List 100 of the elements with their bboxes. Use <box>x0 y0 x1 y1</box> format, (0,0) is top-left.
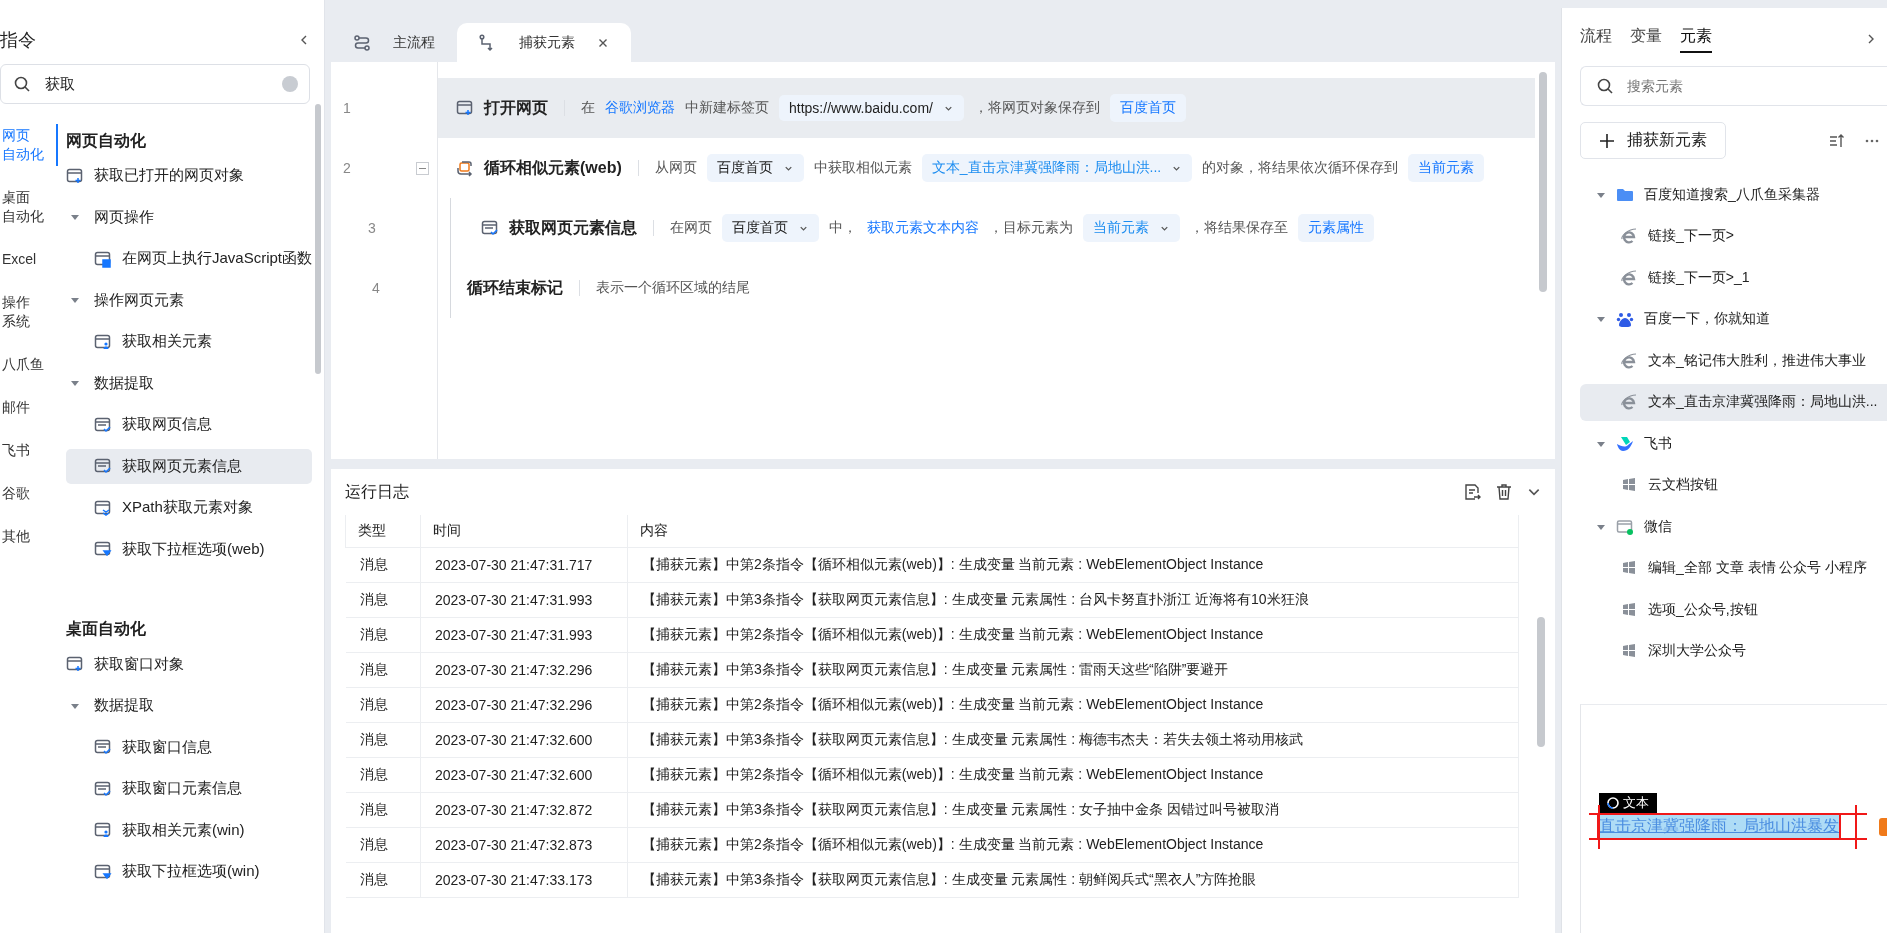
variable-tag[interactable]: 当前元素 <box>1408 154 1485 182</box>
element-item[interactable]: 链接_下一页>_1 <box>1580 259 1887 296</box>
editor-tab[interactable]: 主流程 <box>331 23 457 62</box>
table-cell: 2023-07-30 21:47:32.873 <box>420 827 628 863</box>
category-tab[interactable]: 谷歌 <box>0 482 58 505</box>
line-number: 2 <box>343 160 351 176</box>
command-item[interactable]: 获取窗口元素信息 <box>66 771 313 806</box>
category-tab[interactable]: 邮件 <box>0 396 58 419</box>
export-icon[interactable] <box>1463 483 1481 501</box>
group-label[interactable]: 数据提取 <box>94 373 154 393</box>
group-label[interactable]: 微信 <box>1644 517 1672 536</box>
command-item[interactable]: 获取下拉框选项(web) <box>66 531 313 567</box>
close-icon[interactable] <box>597 36 609 49</box>
table-cell: 【捕获元素】中第3条指令【获取网页元素信息】: 生成变量 元素属性 : 梅德韦杰夫：若失去领土将动用核武 <box>627 722 1519 758</box>
window-icon <box>1616 517 1634 536</box>
param-dropdown[interactable]: 百度首页 <box>722 214 819 242</box>
group-label[interactable]: 百度知道搜索_八爪鱼采集器 <box>1644 185 1820 204</box>
command-item[interactable]: XPath获取元素对象 <box>66 490 313 525</box>
table-cell: 消息 <box>345 547 421 583</box>
category-tab[interactable]: 其他 <box>0 525 58 548</box>
command-icon <box>94 779 112 798</box>
step-text: 在 <box>581 99 595 117</box>
caret-icon[interactable] <box>70 378 80 388</box>
table-cell: 【捕获元素】中第3条指令【获取网页元素信息】: 生成变量 元素属性 : 台风卡努直扑浙江 近海将有10米狂浪 <box>627 582 1519 618</box>
scrollbar[interactable] <box>1539 72 1547 292</box>
category-tab[interactable]: 飞书 <box>0 439 58 462</box>
section-title: 桌面自动化 <box>66 619 147 639</box>
collapse-toggle[interactable] <box>416 161 429 175</box>
group-label[interactable]: 网页操作 <box>94 207 154 227</box>
scrollbar[interactable] <box>1537 617 1545 747</box>
step-link[interactable]: 获取元素文本内容 <box>867 219 979 237</box>
table-cell: 消息 <box>345 582 421 618</box>
table-cell: 【捕获元素】中第3条指令【获取网页元素信息】: 生成变量 元素属性 : 女子抽中金条 因错过叫号被取消 <box>627 792 1519 828</box>
command-item[interactable]: 获取网页信息 <box>66 407 313 442</box>
table-cell: 2023-07-30 21:47:32.872 <box>420 792 628 828</box>
table-cell: 消息 <box>345 827 421 863</box>
group-label[interactable]: 飞书 <box>1644 434 1672 453</box>
panel-tab[interactable]: 变量 <box>1630 25 1662 53</box>
table-cell: 消息 <box>345 617 421 653</box>
command-item[interactable]: 获取相关元素 <box>66 324 313 359</box>
table-cell: 2023-07-30 21:47:32.600 <box>420 757 628 793</box>
element-item[interactable]: 文本_铭记伟大胜利，推进伟大事业 <box>1580 342 1887 379</box>
trash-icon[interactable] <box>1495 483 1513 501</box>
step-text: 中获取相似元素 <box>813 159 912 177</box>
param-dropdown[interactable]: 百度首页 <box>706 154 804 182</box>
table-cell: 消息 <box>345 757 421 793</box>
caret-icon[interactable] <box>70 212 80 222</box>
element-item[interactable]: 选项_公众号,按钮 <box>1580 591 1887 628</box>
table-cell: 【捕获元素】中第2条指令【循环相似元素(web)】: 生成变量 当前元素 : WebElementObject Instance <box>627 617 1519 653</box>
command-icon <box>94 498 112 517</box>
panel-tab[interactable]: 流程 <box>1580 25 1612 53</box>
flow-icon <box>353 33 371 52</box>
panel-tab[interactable]: 元素 <box>1680 25 1712 53</box>
category-tab[interactable]: 八爪鱼 <box>0 353 58 376</box>
element-item[interactable]: 编辑_全部 文章 表情 公众号 小程序 <box>1580 549 1887 587</box>
caret-icon[interactable] <box>70 295 80 305</box>
more-icon[interactable] <box>1865 138 1879 143</box>
group-label[interactable]: 操作网页元素 <box>94 290 184 310</box>
browser-e-icon <box>1620 227 1638 245</box>
param-dropdown[interactable]: https://www.baidu.com/ <box>779 95 964 121</box>
element-item[interactable]: 云文档按钮 <box>1580 466 1887 504</box>
sort-icon[interactable] <box>1829 132 1845 149</box>
command-icon <box>94 738 112 756</box>
plus-icon <box>1599 132 1615 149</box>
windows-icon <box>1620 476 1638 494</box>
command-item[interactable]: 获取窗口对象 <box>66 646 313 682</box>
element-item[interactable]: 文本_直击京津冀强降雨：局地山洪... <box>1580 383 1887 421</box>
search-field[interactable]: 搜索元素 <box>1580 66 1887 106</box>
column-header: 类型 <box>345 515 421 548</box>
table-cell: 2023-07-30 21:47:33.173 <box>420 862 628 898</box>
scrollbar[interactable] <box>315 104 321 374</box>
category-tab[interactable]: 网页 自动化 <box>0 124 58 166</box>
category-tab[interactable]: Excel <box>0 248 58 271</box>
command-item[interactable]: 获取窗口信息 <box>66 729 313 765</box>
element-item[interactable]: 链接_下一页> <box>1580 217 1887 255</box>
variable-tag[interactable]: 百度首页 <box>1109 94 1186 122</box>
step-link[interactable]: 谷歌浏览器 <box>605 99 675 117</box>
capture-button[interactable]: 捕获新元素 <box>1580 122 1726 159</box>
command-item[interactable]: 获取相关元素(win) <box>66 812 313 848</box>
category-tab[interactable]: 桌面 自动化 <box>0 186 58 228</box>
search-field[interactable]: 获取 <box>0 64 310 104</box>
table-cell: 【捕获元素】中第3条指令【获取网页元素信息】: 生成变量 元素属性 : 雷雨天这些“陷阱”要避开 <box>627 652 1519 688</box>
command-item[interactable]: 获取网页元素信息 <box>66 448 313 484</box>
caret-icon[interactable] <box>1596 314 1606 324</box>
command-icon <box>94 457 112 475</box>
table-cell: 消息 <box>345 862 421 898</box>
table-cell: 2023-07-30 21:47:32.296 <box>420 652 628 688</box>
command-item[interactable]: 获取下拉框选项(win) <box>66 854 313 889</box>
browser-e-icon <box>1620 268 1638 287</box>
group-label[interactable]: 百度一下，你就知道 <box>1644 310 1770 328</box>
group-label[interactable]: 数据提取 <box>94 696 154 715</box>
spinner-icon <box>1607 797 1619 809</box>
element-item[interactable]: 深圳大学公众号 <box>1580 632 1887 670</box>
variable-tag[interactable]: 元素属性 <box>1298 214 1374 242</box>
table-cell: 2023-07-30 21:47:32.296 <box>420 687 628 723</box>
command-item[interactable]: 获取已打开的网页对象 <box>66 158 313 193</box>
command-item[interactable]: 在网页上执行JavaScript函数 <box>66 241 313 276</box>
step-text: ，将网页对象保存到 <box>973 99 1100 117</box>
category-tab[interactable]: 操作 系统 <box>0 291 58 333</box>
editor-tab[interactable]: 捕获元素 <box>457 23 631 62</box>
